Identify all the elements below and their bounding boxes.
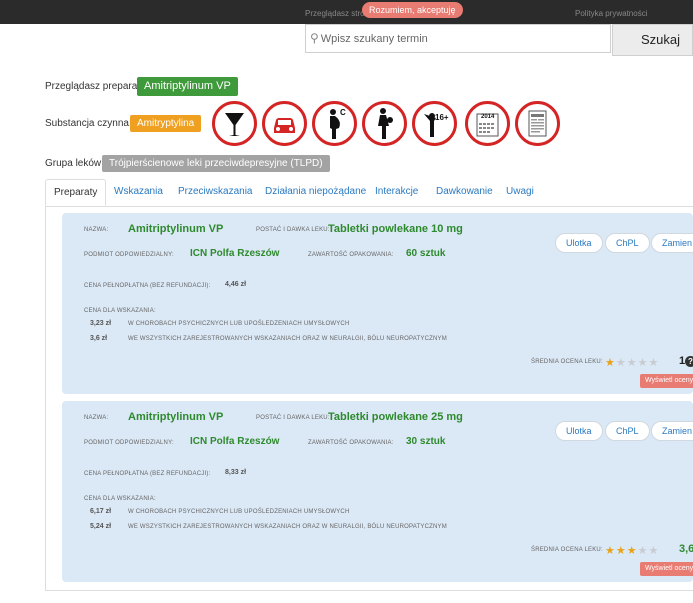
indication-price-label: Cena dla wskazania: (84, 308, 156, 314)
chpl-button[interactable]: ChPL (605, 233, 650, 253)
replace-button[interactable]: Zamien (651, 421, 693, 441)
star-icon[interactable]: ★ (638, 357, 649, 369)
form-label: Postać i dawka leku: (256, 415, 330, 421)
group-label: Grupa leków: (45, 158, 104, 169)
chpl-button[interactable]: ChPL (605, 421, 650, 441)
group-badge[interactable]: Trójpierścienowe leki przeciwdepresyjne … (102, 155, 330, 172)
leaflet-button[interactable]: Ulotka (555, 233, 603, 253)
indication-price: 3,6 zł (90, 335, 108, 342)
product-entity: ICN Polfa Rzeszów (190, 248, 280, 259)
calendar-icon[interactable]: 2014 (465, 101, 510, 146)
show-ratings-button[interactable]: Wyświetl oceny (640, 562, 693, 576)
age-badge: 16+ (435, 113, 449, 122)
product-entity: ICN Polfa Rzeszów (190, 436, 280, 447)
product-card: Nazwa: Amitriptylinum VP Postać i dawka … (62, 213, 693, 394)
product-name: Amitriptylinum VP (128, 411, 224, 423)
indication-price: 5,24 zł (90, 523, 112, 530)
drug-name-badge[interactable]: Amitriptylinum VP (137, 77, 238, 96)
substance-badge[interactable]: Amitryptylina (130, 115, 202, 132)
full-price-label: Cena pełnopłatna (bez refundacji): (84, 283, 211, 289)
name-label: Nazwa: (84, 415, 109, 421)
full-price: 4,46 zł (225, 281, 247, 288)
driving-warning-icon[interactable] (262, 101, 307, 146)
pregnancy-warning-icon[interactable]: C (312, 101, 357, 146)
entity-label: Podmiot odpowiedzialny: (84, 252, 174, 258)
indication-text: We wszystkich zarejestrowanych wskazania… (128, 524, 447, 530)
age-restriction-icon[interactable]: 16+ (412, 101, 457, 146)
product-package: 30 sztuk (406, 436, 446, 447)
product-form: Tabletki powlekane 10 mg (328, 223, 463, 235)
tab-przeciwskazania[interactable]: Przeciwskazania (178, 179, 252, 206)
form-label: Postać i dawka leku: (256, 227, 330, 233)
indication-text: W chorobach psychicznych lub upośledzeni… (128, 509, 350, 515)
drug-label: Przeglądasz preparat: (45, 81, 143, 92)
rating-stars[interactable]: ★★★★★ (605, 544, 659, 557)
cookie-bar: Przeglądasz stronę Rozumiem, akceptuję P… (0, 0, 693, 24)
replace-button[interactable]: Zamien (651, 233, 693, 253)
rating-value: 3,6 (679, 543, 693, 555)
star-icon[interactable]: ★ (605, 545, 616, 557)
show-ratings-button[interactable]: Wyświetl oceny (640, 374, 693, 388)
star-icon[interactable]: ★ (638, 545, 649, 557)
tab-preparaty[interactable]: Preparaty (45, 179, 107, 206)
privacy-policy-link[interactable]: Polityka prywatności (575, 9, 647, 18)
pregnancy-category-badge: C (340, 108, 346, 117)
star-icon[interactable]: ★ (649, 357, 660, 369)
star-icon[interactable]: ★ (627, 357, 638, 369)
calendar-year: 2014 (481, 114, 495, 120)
document-icon[interactable] (515, 101, 560, 146)
alcohol-warning-icon[interactable] (212, 101, 257, 146)
name-label: Nazwa: (84, 227, 109, 233)
search-button[interactable]: Szukaj (612, 24, 693, 56)
product-name: Amitriptylinum VP (128, 223, 224, 235)
tab-wskazania[interactable]: Wskazania (114, 179, 163, 206)
rating-label: Średnia ocena leku: (531, 547, 603, 553)
star-icon[interactable]: ★ (616, 357, 627, 369)
tab-dzialania-niepozadane[interactable]: Działania niepożądane (265, 179, 366, 206)
tab-bar: Preparaty Wskazania Przeciwskazania Dzia… (45, 179, 693, 207)
indication-price: 6,17 zł (90, 508, 112, 515)
product-form: Tabletki powlekane 25 mg (328, 411, 463, 423)
star-icon[interactable]: ★ (616, 545, 627, 557)
full-price: 8,33 zł (225, 469, 247, 476)
star-icon[interactable]: ★ (605, 357, 616, 369)
indication-text: W chorobach psychicznych lub upośledzeni… (128, 321, 350, 327)
search-input[interactable]: ⚲ Wpisz szukany termin (305, 24, 611, 53)
indication-price: 3,23 zł (90, 320, 112, 327)
entity-label: Podmiot odpowiedzialny: (84, 440, 174, 446)
help-icon[interactable]: ? (685, 356, 693, 367)
product-card: Nazwa: Amitriptylinum VP Postać i dawka … (62, 401, 693, 582)
tab-dawkowanie[interactable]: Dawkowanie (436, 179, 493, 206)
package-label: Zawartość opakowania: (308, 440, 394, 446)
indication-price-label: Cena dla wskazania: (84, 496, 156, 502)
indication-text: We wszystkich zarejestrowanych wskazania… (128, 336, 447, 342)
search-placeholder: Wpisz szukany termin (320, 33, 428, 45)
star-icon[interactable]: ★ (649, 545, 660, 557)
product-package: 60 sztuk (406, 248, 446, 259)
tab-uwagi[interactable]: Uwagi (506, 179, 534, 206)
full-price-label: Cena pełnopłatna (bez refundacji): (84, 471, 211, 477)
rating-stars[interactable]: ★★★★★ (605, 356, 659, 369)
package-label: Zawartość opakowania: (308, 252, 394, 258)
tab-interakcje[interactable]: Interakcje (375, 179, 418, 206)
breastfeeding-warning-icon[interactable] (362, 101, 407, 146)
substance-label: Substancja czynna: (45, 118, 132, 129)
cookie-accept-button[interactable]: Rozumiem, akceptuję (362, 2, 463, 18)
star-icon[interactable]: ★ (627, 545, 638, 557)
search-icon: ⚲ (310, 31, 319, 45)
leaflet-button[interactable]: Ulotka (555, 421, 603, 441)
rating-label: Średnia ocena leku: (531, 359, 603, 365)
